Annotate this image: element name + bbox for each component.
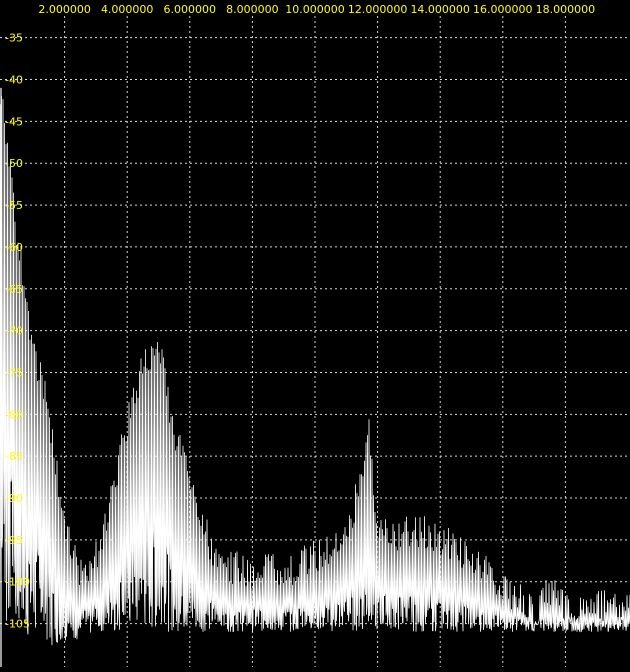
y-tick-label: -55 <box>5 199 23 212</box>
y-tick-label: -90 <box>5 492 23 505</box>
x-tick-label: 10.000000 <box>285 3 345 16</box>
x-tick-label: 4.000000 <box>101 3 154 16</box>
x-tick-label: 8.000000 <box>226 3 279 16</box>
x-axis-ticks: 2.000000 4.000000 6.000000 8.000000 10.00000… <box>38 3 595 16</box>
spectrum-plot: 2.000000 4.000000 6.000000 8.000000 10.00000… <box>0 0 630 667</box>
x-tick-label: 6.000000 <box>164 3 217 16</box>
x-tick-label: 14.000000 <box>410 3 470 16</box>
y-tick-label: -85 <box>5 450 23 463</box>
y-tick-label: -95 <box>5 534 23 547</box>
x-tick-label: 18.000000 <box>536 3 596 16</box>
y-tick-label: -65 <box>5 283 23 296</box>
spectrum-plot-canvas: 2.000000 4.000000 6.000000 8.000000 10.00000… <box>0 3 630 667</box>
spectrum-trace <box>0 96 630 646</box>
y-tick-label: -40 <box>5 74 23 87</box>
y-tick-label: -60 <box>5 241 23 254</box>
x-tick-label: 2.000000 <box>38 3 91 16</box>
x-tick-label: 12.000000 <box>348 3 408 16</box>
y-tick-label: -105 <box>5 618 30 631</box>
y-tick-label: -70 <box>5 325 23 338</box>
x-tick-label: 16.000000 <box>473 3 533 16</box>
y-tick-label: -100 <box>5 576 30 589</box>
y-tick-label: -80 <box>5 408 23 421</box>
y-tick-label: -35 <box>5 32 23 45</box>
y-tick-label: -75 <box>5 366 23 379</box>
y-tick-label: -45 <box>5 115 23 128</box>
y-tick-label: -50 <box>5 157 23 170</box>
